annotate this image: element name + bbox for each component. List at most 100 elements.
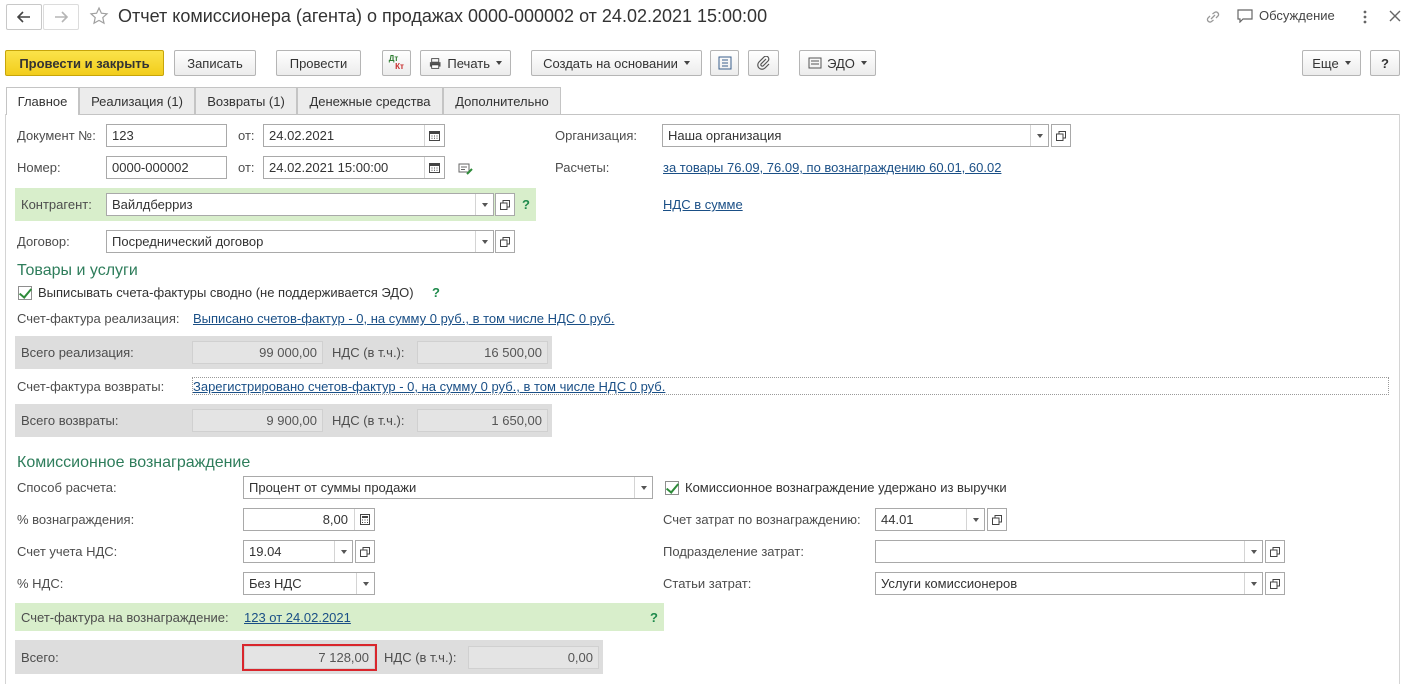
paperclip-icon: [756, 56, 769, 70]
chevron-down-icon[interactable]: [966, 509, 984, 530]
cost-account-select[interactable]: 44.01: [875, 508, 985, 531]
open-vat-account-button[interactable]: [355, 540, 375, 563]
summary-invoice-checkbox[interactable]: [18, 286, 32, 300]
arrow-right-icon: [55, 11, 68, 23]
commission-vat-value: 0,00: [468, 646, 599, 669]
total-returns-vat-label: НДС (в т.ч.):: [332, 413, 405, 428]
chevron-down-icon[interactable]: [1030, 125, 1048, 146]
number-input[interactable]: 0000-000002: [106, 156, 227, 179]
calculations-label: Расчеты:: [555, 160, 610, 175]
open-cost-division-button[interactable]: [1265, 540, 1285, 563]
forward-button[interactable]: [43, 4, 79, 30]
method-select[interactable]: Процент от суммы продажи: [243, 476, 653, 499]
total-returns-value: 9 900,00: [192, 409, 323, 432]
post-button[interactable]: Провести: [276, 50, 361, 76]
favorite-star-icon[interactable]: [89, 6, 109, 26]
close-icon[interactable]: [1389, 10, 1401, 22]
highlight-frame: [242, 644, 377, 671]
history-edit-icon[interactable]: [458, 162, 474, 176]
total-returns-label: Всего возвраты:: [21, 413, 119, 428]
create-based-on-label: Создать на основании: [543, 55, 678, 71]
more-vertical-icon[interactable]: [1361, 8, 1369, 26]
chevron-down-icon[interactable]: [475, 231, 493, 252]
commission-invoice-link[interactable]: 123 от 24.02.2021: [244, 610, 351, 626]
chevron-down-icon[interactable]: [356, 573, 374, 594]
write-button[interactable]: Записать: [174, 50, 256, 76]
tab-returns[interactable]: Возвраты (1): [195, 87, 297, 114]
post-label: Провести: [289, 55, 348, 71]
commission-invoice-label: Счет-фактура на вознаграждение:: [21, 610, 229, 625]
doc-date-value: 24.02.2021: [269, 128, 335, 143]
summary-invoice-help-icon[interactable]: ?: [432, 285, 440, 300]
vat-account-value: 19.04: [249, 544, 282, 559]
create-based-on-button[interactable]: Создать на основании: [531, 50, 702, 76]
returns-invoice-link[interactable]: Зарегистрировано счетов-фактур - 0, на с…: [193, 379, 665, 395]
vat-rate-select[interactable]: Без НДС: [243, 572, 375, 595]
structure-button[interactable]: [710, 50, 739, 76]
method-label: Способ расчета:: [17, 480, 117, 495]
edo-icon: [808, 57, 822, 69]
contractor-select[interactable]: Вайлдберриз: [106, 193, 494, 216]
open-cost-account-button[interactable]: [987, 508, 1007, 531]
link-icon[interactable]: [1204, 8, 1222, 26]
total-returns-vat-value: 1 650,00: [417, 409, 548, 432]
doc-number-input[interactable]: 123: [106, 124, 227, 147]
calendar-icon[interactable]: [424, 125, 444, 146]
edo-button[interactable]: ЭДО: [799, 50, 876, 76]
vat-in-sum-link[interactable]: НДС в сумме: [663, 197, 743, 213]
organization-select[interactable]: Наша организация: [662, 124, 1049, 147]
open-organization-button[interactable]: [1051, 124, 1071, 147]
post-and-close-button[interactable]: Провести и закрыть: [5, 50, 164, 76]
tab-additional[interactable]: Дополнительно: [443, 87, 561, 114]
attach-button[interactable]: [748, 50, 779, 76]
chevron-down-icon[interactable]: [1244, 541, 1262, 562]
more-button[interactable]: Еще: [1302, 50, 1361, 76]
tab-sales[interactable]: Реализация (1): [79, 87, 195, 114]
open-form-icon: [500, 236, 510, 247]
cost-items-select[interactable]: Услуги комиссионеров: [875, 572, 1263, 595]
doc-date-label: от:: [238, 128, 255, 143]
commission-total-label: Всего:: [21, 650, 59, 665]
contractor-help-icon[interactable]: ?: [522, 197, 530, 212]
open-form-icon: [360, 546, 370, 557]
cost-items-value: Услуги комиссионеров: [881, 576, 1018, 591]
cost-division-select[interactable]: [875, 540, 1263, 563]
chevron-down-icon[interactable]: [634, 477, 652, 498]
discussion-button[interactable]: Обсуждение: [1237, 8, 1335, 23]
chevron-down-icon[interactable]: [334, 541, 352, 562]
open-contractor-button[interactable]: [495, 193, 515, 216]
tab-cash[interactable]: Денежные средства: [297, 87, 443, 114]
more-label: Еще: [1312, 55, 1339, 71]
sales-invoice-link[interactable]: Выписано счетов-фактур - 0, на сумму 0 р…: [193, 311, 614, 327]
back-button[interactable]: [6, 4, 42, 30]
dt-kt-button[interactable]: Дт Кт: [382, 50, 411, 76]
help-button[interactable]: ?: [1370, 50, 1400, 76]
contractor-label: Контрагент:: [21, 197, 92, 212]
chevron-down-icon[interactable]: [1244, 573, 1262, 594]
calculator-icon[interactable]: [354, 509, 374, 530]
vat-rate-label: % НДС:: [17, 576, 64, 591]
open-form-icon: [1270, 546, 1280, 557]
organization-value: Наша организация: [668, 128, 782, 143]
contractor-value: Вайлдберриз: [112, 197, 193, 212]
number-label: Номер:: [17, 160, 61, 175]
withheld-checkbox[interactable]: [665, 481, 679, 495]
total-sales-label: Всего реализация:: [21, 345, 134, 360]
sales-invoice-label: Счет-фактура реализация:: [17, 311, 180, 326]
discussion-label: Обсуждение: [1259, 8, 1335, 23]
calendar-icon[interactable]: [424, 157, 444, 178]
open-contract-button[interactable]: [495, 230, 515, 253]
open-cost-items-button[interactable]: [1265, 572, 1285, 595]
calculations-link[interactable]: за товары 76.09, 76.09, по вознаграждени…: [663, 160, 1001, 176]
percent-input[interactable]: 8,00: [243, 508, 375, 531]
contract-select[interactable]: Посреднический договор: [106, 230, 494, 253]
chevron-down-icon[interactable]: [475, 194, 493, 215]
vat-account-select[interactable]: 19.04: [243, 540, 353, 563]
method-value: Процент от суммы продажи: [249, 480, 417, 495]
commission-invoice-help-icon[interactable]: ?: [650, 610, 658, 625]
print-button[interactable]: Печать: [420, 50, 511, 76]
tab-main[interactable]: Главное: [6, 87, 79, 115]
number-date-input[interactable]: 24.02.2021 15:00:00: [263, 156, 445, 179]
doc-date-input[interactable]: 24.02.2021: [263, 124, 445, 147]
vat-account-label: Счет учета НДС:: [17, 544, 118, 559]
